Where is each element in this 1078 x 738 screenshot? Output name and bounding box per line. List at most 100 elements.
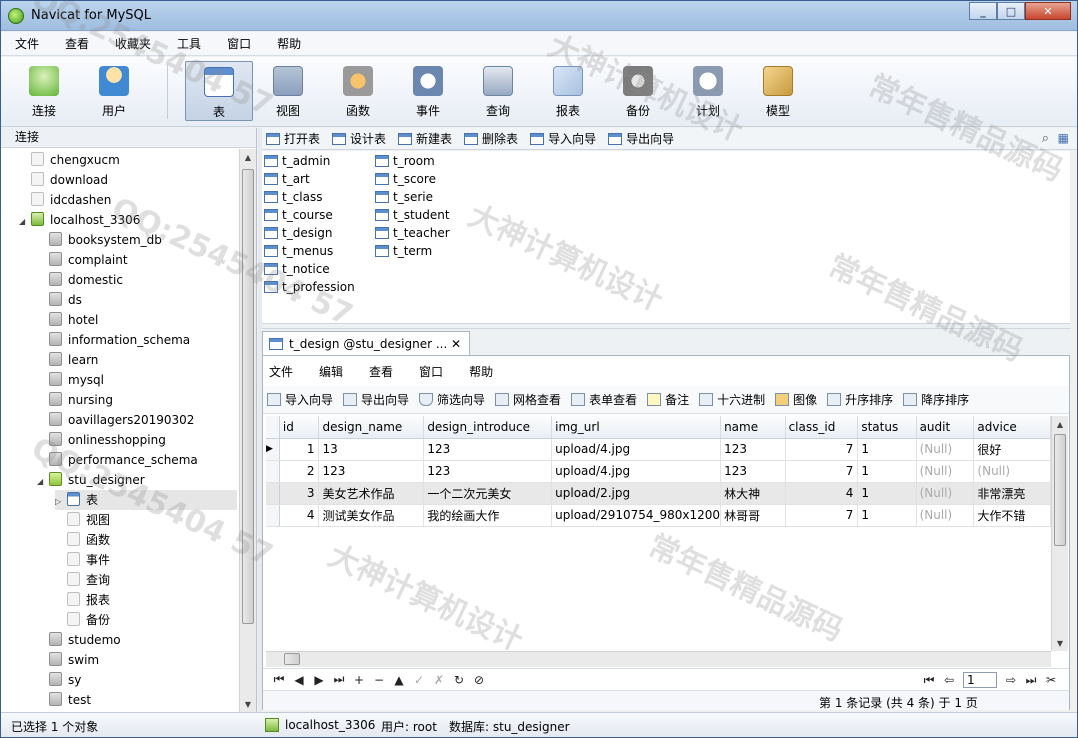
report-button[interactable]: 报表 — [535, 61, 601, 121]
tree-item[interactable]: nursing — [37, 390, 113, 410]
tree-item[interactable]: mysql — [37, 370, 104, 390]
table-cell[interactable]: upload/4.jpg — [551, 460, 722, 483]
table-cell[interactable]: 测试美女作品 — [318, 504, 425, 527]
first-page-icon[interactable]: ⏮ — [919, 673, 939, 688]
table-cell[interactable]: (Null) — [916, 482, 975, 505]
table-cell[interactable]: upload/2.jpg — [551, 482, 722, 505]
table-cell[interactable]: 123 — [720, 460, 786, 483]
title-bar[interactable]: Navicat for MySQL _ □ ✕ — [1, 1, 1077, 31]
table-cell[interactable]: 1 — [857, 504, 917, 527]
search-icon[interactable]: ⌕ — [1042, 131, 1049, 146]
hex-button[interactable]: 十六进制 — [699, 391, 765, 408]
inner-menu-view[interactable]: 查看 — [369, 363, 393, 380]
tree-scrollbar[interactable]: ▲ ▼ — [239, 149, 256, 712]
table-cell[interactable]: 13 — [318, 438, 425, 461]
tree-item[interactable]: oavillagers20190302 — [37, 410, 194, 430]
model-button[interactable]: 模型 — [745, 61, 811, 121]
close-tab-icon[interactable]: ✕ — [451, 337, 461, 351]
tree-scroll-thumb[interactable] — [242, 169, 254, 624]
table-list-item[interactable]: t_art — [264, 170, 310, 188]
tree-item[interactable]: 函数 — [55, 530, 110, 550]
confirm-icon[interactable]: ✓ — [409, 673, 429, 687]
tree-item[interactable]: 报表 — [55, 590, 110, 610]
tree-item[interactable]: 查询 — [55, 570, 110, 590]
table-list-item[interactable]: t_profession — [264, 278, 355, 296]
tree-item[interactable]: complaint — [37, 250, 128, 270]
row-marker[interactable] — [266, 482, 280, 505]
tree-item[interactable]: learn — [37, 350, 98, 370]
design-table-button[interactable]: 设计表 — [332, 130, 386, 147]
grid-view-icon[interactable]: ▦ — [1058, 131, 1069, 145]
table-cell[interactable]: upload/4.jpg — [551, 438, 722, 461]
table-cell[interactable]: 4 — [785, 482, 859, 505]
column-header[interactable]: audit — [916, 416, 975, 439]
column-header[interactable]: img_url — [551, 416, 722, 439]
table-cell[interactable]: 4 — [279, 504, 320, 527]
function-button[interactable]: 函数 — [325, 61, 391, 121]
inner-menu-edit[interactable]: 编辑 — [319, 363, 343, 380]
table-list-item[interactable]: t_course — [264, 206, 333, 224]
table-list-item[interactable]: t_student — [375, 206, 450, 224]
tree-item[interactable]: 事件 — [55, 550, 110, 570]
table-cell[interactable]: (Null) — [973, 460, 1051, 483]
grid-view-button[interactable]: 网格查看 — [495, 391, 561, 408]
grid-vertical-scrollbar[interactable]: ▲ ▼ — [1051, 416, 1068, 651]
grid-horizontal-scrollbar[interactable] — [266, 651, 1051, 667]
table-cell[interactable]: 2 — [279, 460, 320, 483]
tree-item[interactable]: ◢ localhost_3306 — [19, 210, 140, 230]
grid-scroll-down-icon[interactable]: ▼ — [1052, 635, 1068, 651]
table-row[interactable]: 4 测试美女作品 我的绘画大作 upload/2910754_980x1200 林哥哥 7… — [266, 504, 1051, 527]
settings-tools-icon[interactable]: ✂ — [1041, 673, 1061, 687]
scroll-down-arrow-icon[interactable]: ▼ — [240, 696, 256, 712]
close-window-button[interactable]: ✕ — [1025, 2, 1071, 20]
menu-file[interactable]: 文件 — [15, 35, 39, 52]
table-cell[interactable]: 7 — [785, 460, 859, 483]
cancel-icon[interactable]: ✗ — [429, 673, 449, 687]
table-list-item[interactable]: t_serie — [375, 188, 433, 206]
user-button[interactable]: 用户 — [81, 61, 147, 121]
table-cell[interactable]: (Null) — [916, 460, 975, 483]
tree-item[interactable]: chengxucm — [19, 150, 120, 170]
tree-item[interactable]: 视图 — [55, 510, 110, 530]
table-button[interactable]: 表 — [185, 61, 253, 121]
inner-import-wizard-button[interactable]: 导入向导 — [267, 391, 333, 408]
next-record-icon[interactable]: ▶ — [309, 673, 329, 687]
grid-scroll-thumb[interactable] — [1054, 434, 1066, 546]
table-list-item[interactable]: t_room — [375, 152, 435, 170]
stop-icon[interactable]: ⊘ — [469, 673, 489, 687]
grid-hscroll-thumb[interactable] — [284, 653, 300, 665]
tree-item[interactable]: 备份 — [55, 610, 110, 630]
tab-t-design[interactable]: t_design @stu_designer ... ✕ — [262, 331, 470, 355]
tree-item[interactable]: ds — [37, 290, 82, 310]
table-list-item[interactable]: t_admin — [264, 152, 330, 170]
prev-page-icon[interactable]: ⇦ — [939, 673, 959, 687]
table-list-item[interactable]: t_menus — [264, 242, 333, 260]
table-cell[interactable]: (Null) — [916, 504, 975, 527]
memo-button[interactable]: 备注 — [647, 391, 689, 408]
table-cell[interactable]: 很好 — [973, 438, 1051, 461]
column-header[interactable]: id — [279, 416, 320, 439]
menu-window[interactable]: 窗口 — [227, 35, 251, 52]
tree-item[interactable]: studemo — [37, 630, 121, 650]
table-list-item[interactable]: t_notice — [264, 260, 330, 278]
table-cell[interactable]: 7 — [785, 504, 859, 527]
table-list-item[interactable]: t_class — [264, 188, 323, 206]
tree-item[interactable]: test — [37, 690, 91, 710]
connection-button[interactable]: 连接 — [11, 61, 77, 121]
table-cell[interactable]: 1 — [857, 460, 917, 483]
table-cell[interactable]: 123 — [423, 460, 553, 483]
row-marker[interactable] — [266, 460, 280, 483]
page-number-input[interactable]: 1 — [963, 672, 997, 688]
table-row[interactable]: ▶ 1 13 123 upload/4.jpg 123 7 1 (Null) 很好 — [266, 438, 1051, 461]
table-cell[interactable]: (Null) — [916, 438, 975, 461]
tree-item[interactable]: sy — [37, 670, 81, 690]
sort-ascending-button[interactable]: 升序排序 — [827, 391, 893, 408]
collapsed-arrow-icon[interactable]: ▷ — [55, 492, 67, 512]
table-cell[interactable]: 1 — [857, 482, 917, 505]
tree-item[interactable]: download — [19, 170, 108, 190]
table-cell[interactable]: 7 — [785, 438, 859, 461]
first-record-icon[interactable]: ⏮ — [269, 672, 289, 687]
table-cell[interactable]: 大作不错 — [973, 504, 1051, 527]
table-cell[interactable]: 1 — [279, 438, 320, 461]
table-list-item[interactable]: t_design — [264, 224, 333, 242]
